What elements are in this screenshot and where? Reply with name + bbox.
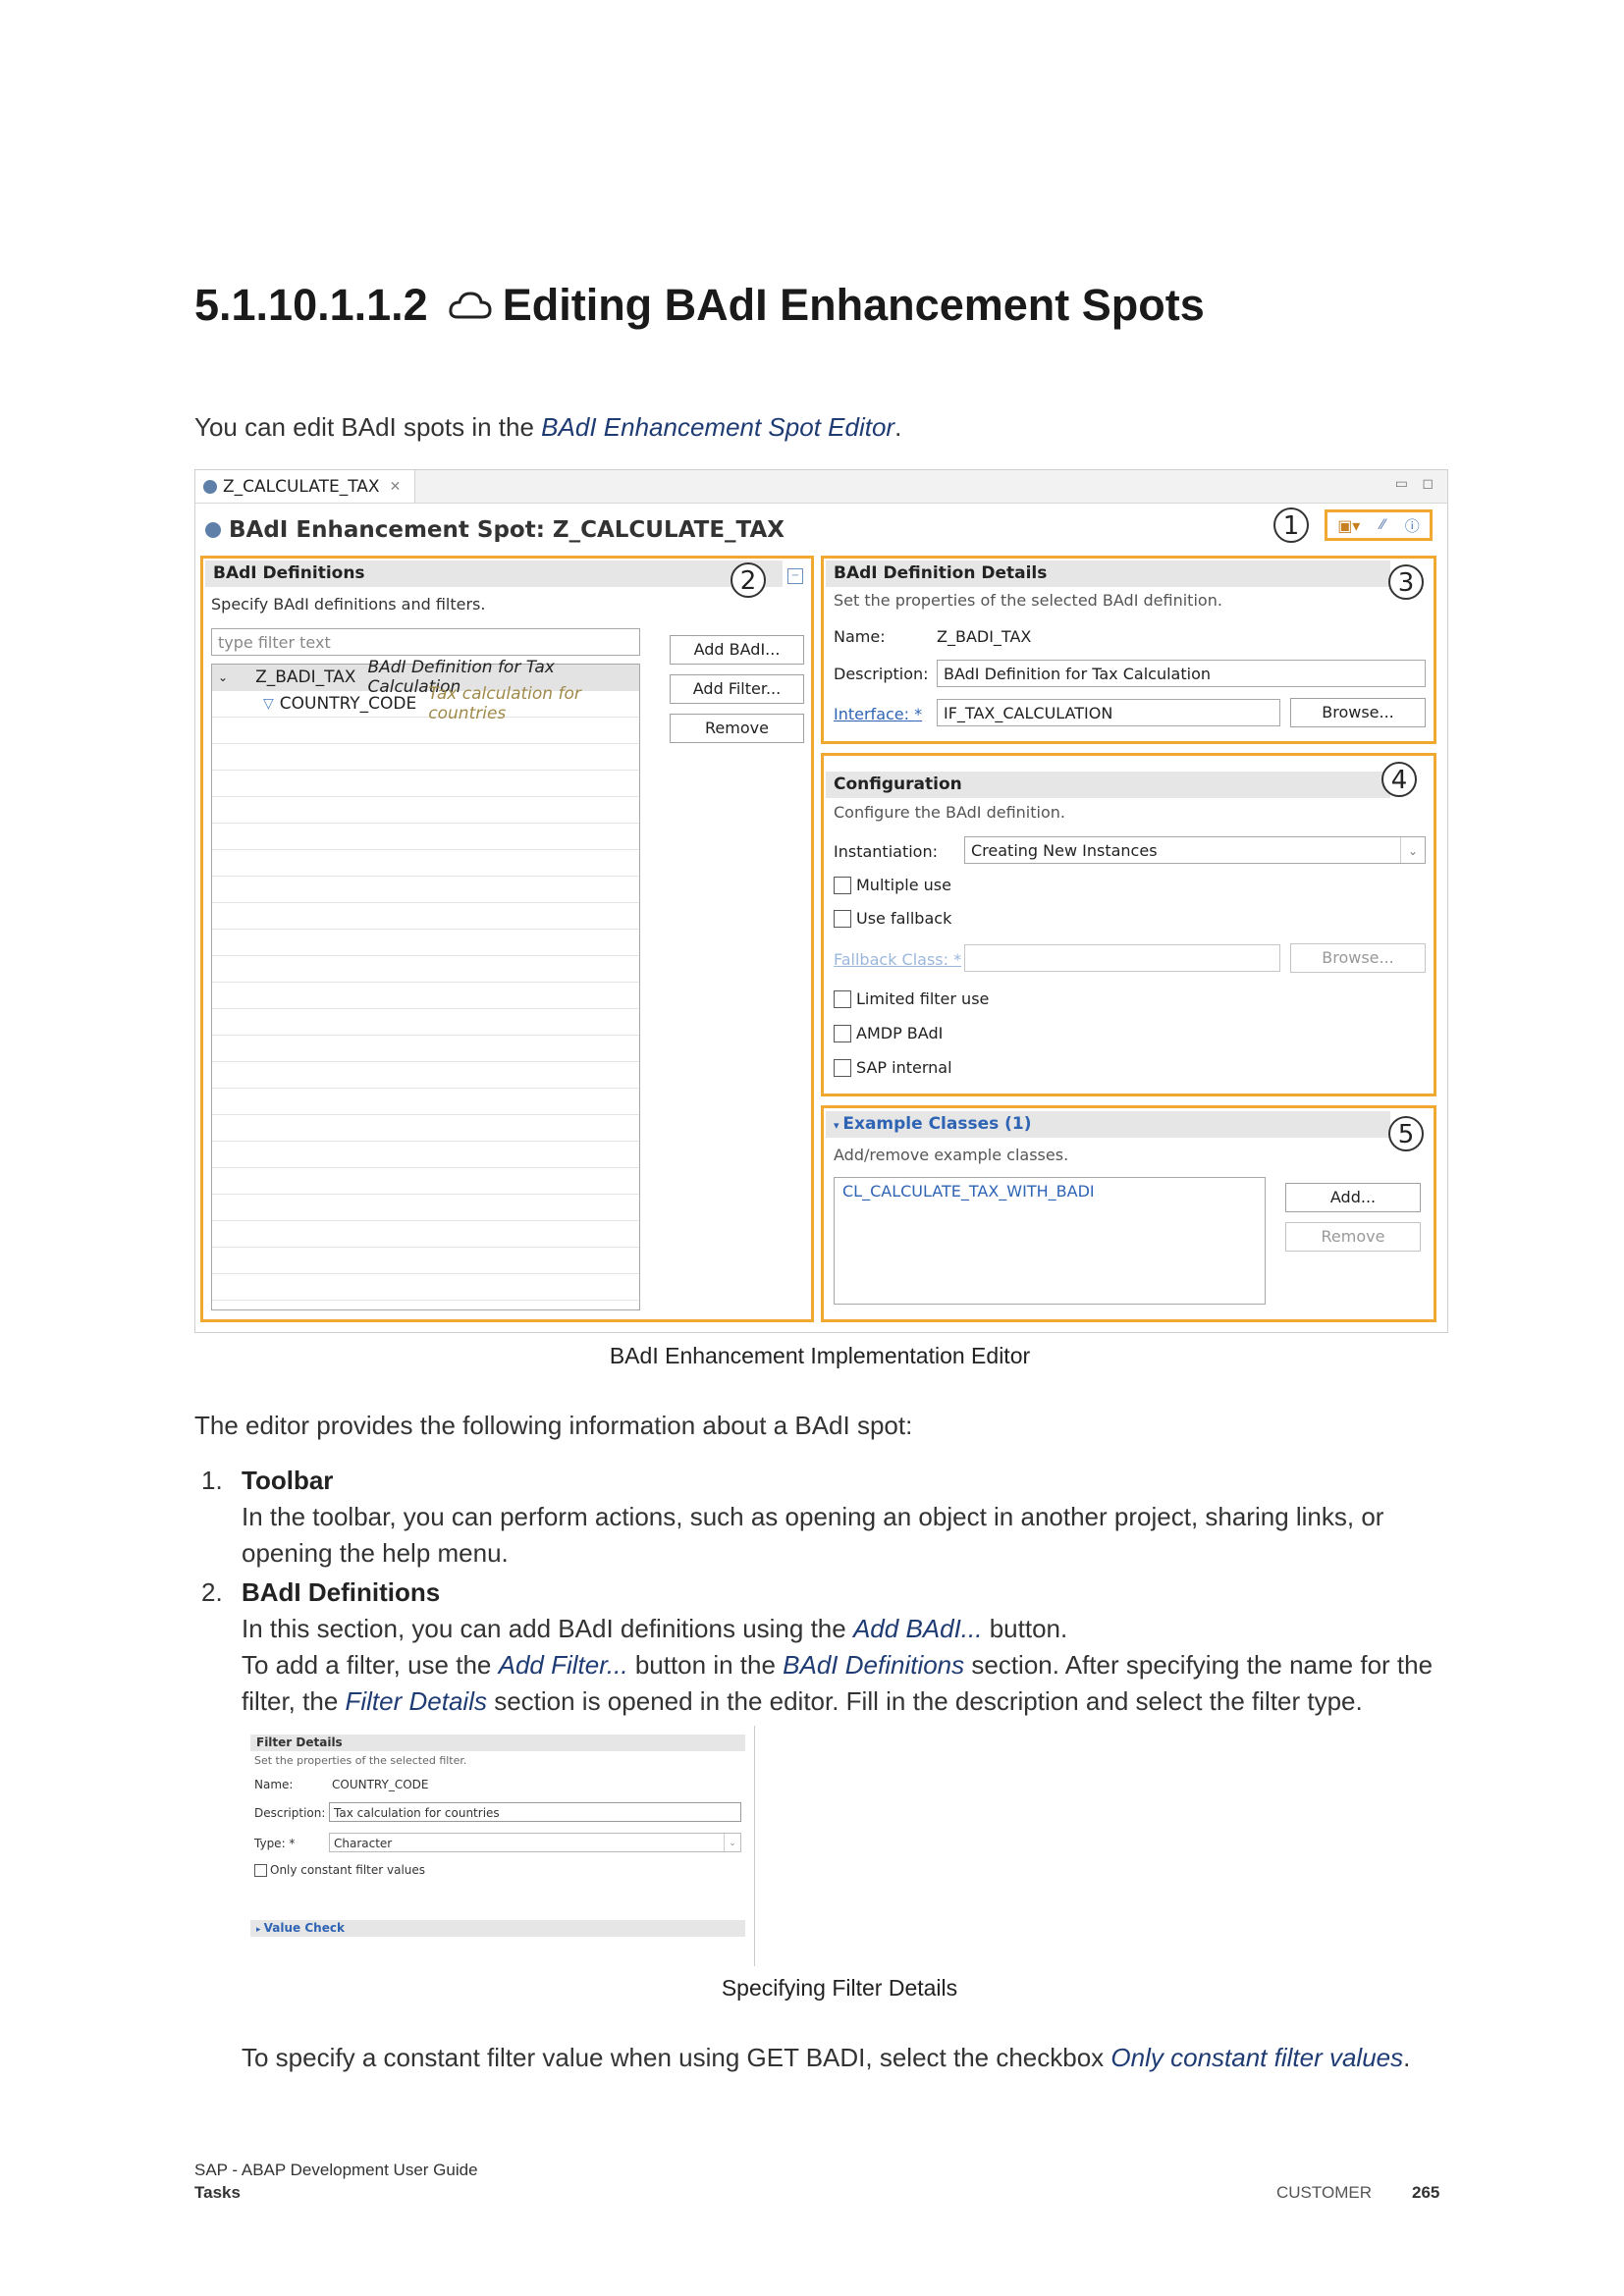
configuration-subtitle: Configure the BAdI definition. (834, 803, 1065, 822)
list-title-definitions: BAdI Definitions (242, 1577, 441, 1607)
badi-definitions-section: BAdI Definitions 2 − Specify BAdI defini… (200, 556, 814, 1322)
add-badi-button[interactable]: Add BAdI... (670, 635, 804, 665)
definitions-header: BAdI Definitions (205, 561, 783, 587)
editor-title: BAdI Enhancement Spot: Z_CALCULATE_TAX (205, 517, 785, 543)
definitions-subtitle: Specify BAdI definitions and filters. (211, 595, 486, 614)
filter-description-input[interactable]: Tax calculation for countries (329, 1802, 741, 1822)
example-classes-list: CL_CALCULATE_TAX_WITH_BADI (834, 1177, 1266, 1305)
body-intro: The editor provides the following inform… (194, 1411, 913, 1440)
example-classes-header[interactable]: ▾ Example Classes (1) (826, 1111, 1390, 1138)
expand-icon: ▾ (834, 1119, 843, 1132)
fallback-class-input[interactable] (964, 944, 1280, 972)
instantiation-select[interactable]: Creating New Instances ⌄ (964, 836, 1426, 864)
callout-2: 2 (731, 562, 766, 598)
multiple-use-checkbox[interactable]: Multiple use (834, 876, 951, 894)
list-text-toolbar: In the toolbar, you can perform actions,… (242, 1502, 1384, 1568)
list-item[interactable]: CL_CALCULATE_TAX_WITH_BADI (835, 1178, 1265, 1204)
example-classes-section: ▾ Example Classes (1) 5 Add/remove examp… (821, 1105, 1436, 1322)
spot-icon (203, 479, 217, 494)
fallback-browse-button[interactable]: Browse... (1290, 943, 1426, 973)
cloud-icon (449, 292, 492, 319)
close-icon[interactable]: ✕ (390, 479, 402, 495)
amdp-badi-checkbox[interactable]: AMDP BAdI (834, 1024, 943, 1042)
interface-link[interactable]: Interface: * (834, 705, 922, 723)
list-text-definitions-2: To add a filter, use the Add Filter... b… (242, 1650, 1434, 1716)
open-in-project-icon[interactable]: ▣▾ (1337, 516, 1360, 535)
chevron-down-icon[interactable]: ⌄ (218, 670, 228, 684)
footer-section: Tasks (194, 2183, 241, 2202)
section-heading: 5.1.10.1.1.2 Editing BAdI Enhancement Sp… (194, 280, 1205, 331)
filter-type-select[interactable]: Character ⌄ (329, 1833, 741, 1852)
editor-link[interactable]: BAdI Enhancement Spot Editor (541, 412, 894, 442)
section-title: Editing BAdI Enhancement Spots (502, 280, 1205, 330)
figure-caption: BAdI Enhancement Implementation Editor (609, 1343, 1031, 1368)
interface-browse-button[interactable]: Browse... (1290, 698, 1426, 727)
description-input[interactable]: BAdI Definition for Tax Calculation (937, 660, 1426, 687)
remove-example-button[interactable]: Remove (1285, 1222, 1421, 1252)
figure-caption-2: Specifying Filter Details (721, 1975, 958, 2001)
intro-paragraph: You can edit BAdI spots in the BAdI Enha… (194, 412, 902, 442)
filter-details-screenshot: Filter Details Set the properties of the… (248, 1726, 755, 1966)
expand-icon: ▸ (256, 1925, 264, 1935)
name-value: Z_BADI_TAX (937, 627, 1032, 646)
share-link-icon[interactable]: ⁄⁄ (1380, 517, 1385, 533)
limited-filter-checkbox[interactable]: Limited filter use (834, 989, 989, 1008)
name-label: Name: (834, 627, 886, 646)
toolbar: ▣▾ ⁄⁄ ⓘ (1325, 509, 1433, 541)
details-subtitle: Set the properties of the selected BAdI … (834, 591, 1222, 610)
configuration-section: Configuration 4 Configure the BAdI defin… (821, 753, 1436, 1096)
filter-name-value: COUNTRY_CODE (332, 1778, 429, 1791)
editor-tab-bar: Z_CALCULATE_TAX ✕ ▭ ◻ (195, 470, 1447, 504)
filter-type-label: Type: * (254, 1837, 296, 1850)
filter-text-input[interactable]: type filter text (211, 628, 640, 656)
list-number-1: 1. (201, 1466, 223, 1495)
definitions-tree: ⌄ Z_BADI_TAX BAdI Definition for Tax Cal… (211, 658, 640, 1310)
filter-description-label: Description: (254, 1806, 326, 1820)
interface-input[interactable]: IF_TAX_CALCULATION (937, 699, 1280, 726)
definition-details-section: BAdI Definition Details 3 Set the proper… (821, 556, 1436, 744)
callout-1: 1 (1273, 507, 1309, 543)
callout-5: 5 (1388, 1116, 1424, 1151)
use-fallback-checkbox[interactable]: Use fallback (834, 909, 951, 928)
list-text-definitions-1: In this section, you can add BAdI defini… (242, 1614, 1068, 1643)
details-header: BAdI Definition Details (826, 561, 1390, 587)
filter-details-subtitle: Set the properties of the selected filte… (254, 1754, 467, 1767)
page-number: 265 (1412, 2183, 1440, 2202)
help-icon[interactable]: ⓘ (1405, 515, 1420, 536)
instantiation-label: Instantiation: (834, 842, 938, 861)
collapse-icon[interactable]: − (787, 568, 803, 584)
maximize-icon[interactable]: ◻ (1422, 476, 1434, 492)
callout-4: 4 (1381, 762, 1417, 797)
section-number: 5.1.10.1.1.2 (194, 280, 428, 330)
filter-name-label: Name: (254, 1778, 294, 1791)
sap-internal-checkbox[interactable]: SAP internal (834, 1058, 952, 1077)
configuration-header: Configuration (826, 772, 1390, 798)
description-label: Description: (834, 665, 929, 683)
add-example-button[interactable]: Add... (1285, 1183, 1421, 1212)
footer-classification: CUSTOMER (1276, 2183, 1372, 2202)
minimize-icon[interactable]: ▭ (1395, 476, 1408, 492)
callout-3: 3 (1388, 564, 1424, 600)
fallback-class-link[interactable]: Fallback Class: * (834, 950, 961, 969)
spot-icon (205, 522, 221, 538)
editor-screenshot: Z_CALCULATE_TAX ✕ ▭ ◻ BAdI Enhancement S… (194, 469, 1448, 1333)
value-check-header[interactable]: ▸ Value Check (250, 1920, 745, 1937)
filter-details-header: Filter Details (250, 1735, 745, 1751)
chevron-down-icon[interactable]: ⌄ (724, 1834, 740, 1851)
list-title-toolbar: Toolbar (242, 1466, 334, 1495)
editor-tab[interactable]: Z_CALCULATE_TAX ✕ (195, 470, 416, 503)
constant-filter-checkbox[interactable]: Only constant filter values (254, 1863, 425, 1877)
remove-button[interactable]: Remove (670, 714, 804, 743)
example-classes-subtitle: Add/remove example classes. (834, 1146, 1069, 1164)
chevron-down-icon[interactable]: ⌄ (1400, 837, 1425, 863)
final-paragraph: To specify a constant filter value when … (242, 2043, 1411, 2072)
filter-icon: ▽ (263, 696, 274, 712)
list-number-2: 2. (201, 1577, 223, 1607)
footer-guide-title: SAP - ABAP Development User Guide (194, 2161, 478, 2179)
add-filter-button[interactable]: Add Filter... (670, 674, 804, 704)
